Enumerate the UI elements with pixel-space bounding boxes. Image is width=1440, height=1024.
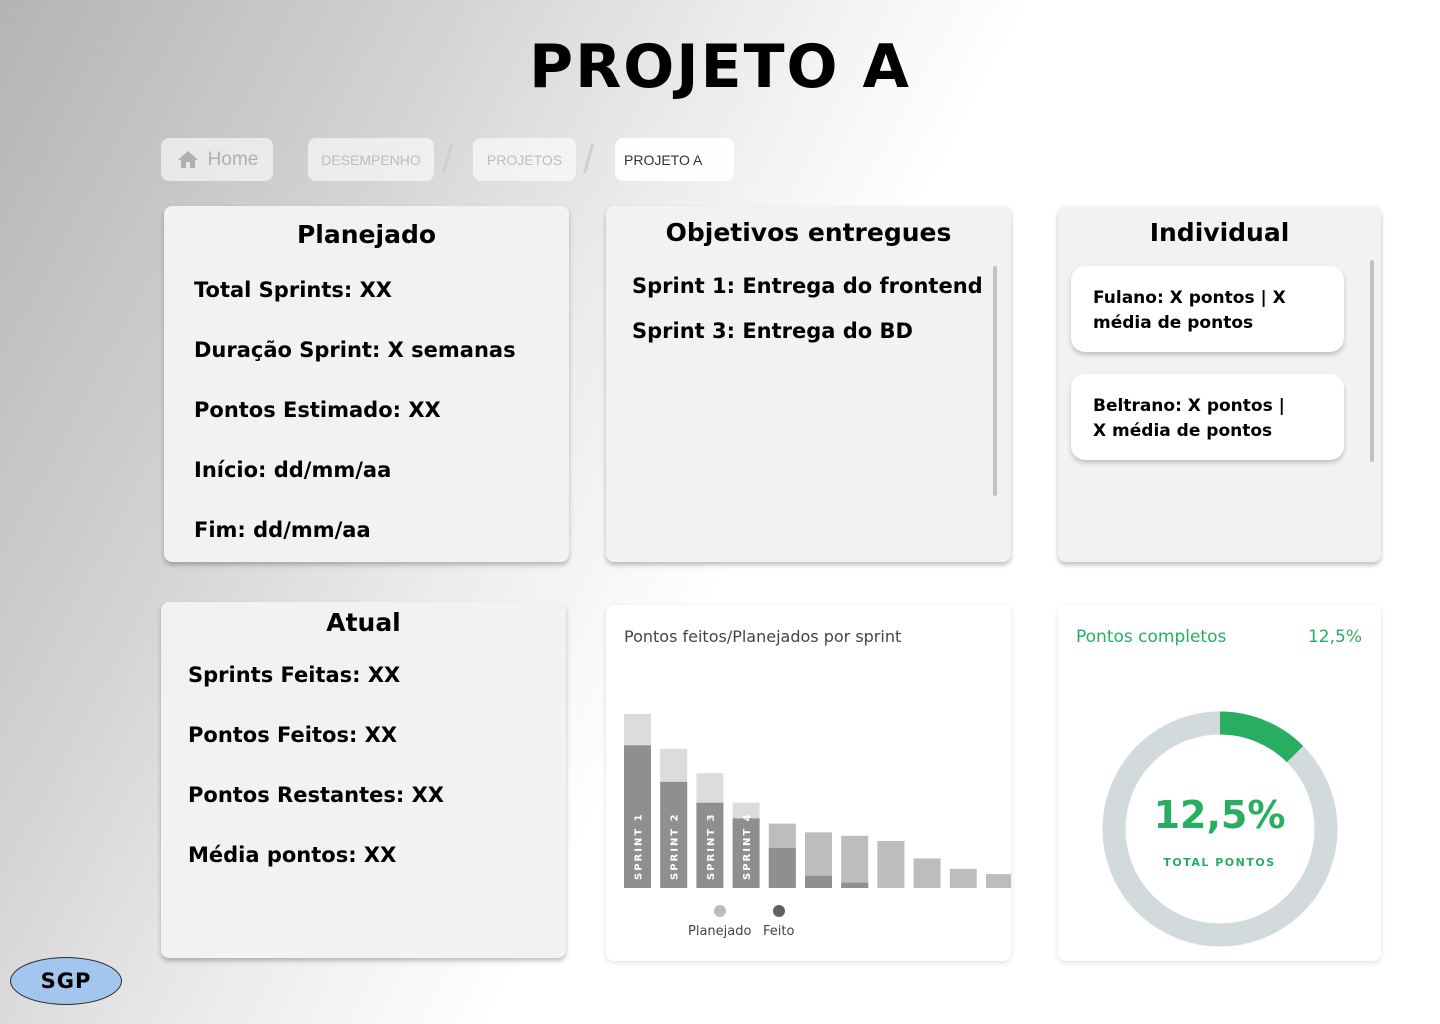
individual-title: Individual [1149,218,1290,247]
legend-planejado: Planejado [688,905,751,939]
donut-card: Pontos completos 12,5% 12,5% TOTAL PONTO… [1058,605,1381,961]
bar-category-label: SPRINT 2 [670,812,681,880]
bar-planejado [877,841,905,888]
bar-planejado [841,835,869,888]
bar-feito [768,847,796,888]
individual-item-line: média de pontos [1093,313,1254,333]
bar-planejado [913,858,941,888]
donut-center-subtitle: TOTAL PONTOS [1163,856,1276,869]
objetivo-item: Sprint 3: Entrega do BD [632,319,913,343]
individual-item-fulano[interactable]: Fulano: X pontos | X média de pontos [1071,266,1344,352]
objetivos-title: Objetivos entregues [665,218,952,247]
donut-chart [1102,711,1338,947]
bar-feito [805,875,832,888]
individual-scrollbar[interactable] [1370,260,1374,462]
planejado-pontos: Pontos Estimado: XX [194,398,441,422]
donut-center-value: 12,5% [1153,793,1286,837]
bar-feito [841,882,869,888]
planejado-duracao: Duração Sprint: X semanas [194,338,516,362]
legend-label-planejado: Planejado [688,924,752,939]
atual-pontos-restantes: Pontos Restantes: XX [188,783,444,807]
legend-dot-planejado [713,905,726,917]
bar-category-label: SPRINT 4 [742,812,753,880]
breadcrumb-separator: / [442,138,454,182]
breadcrumb-projetos[interactable]: PROJETOS [473,138,576,181]
breadcrumb-desempenho[interactable]: DESEMPENHO [308,138,434,181]
breadcrumb-separator: / [583,138,595,182]
page-title: PROJETO A [529,32,911,102]
planejado-title: Planejado [296,220,437,249]
atual-card: Atual Sprints Feitas: XX Pontos Feitos: … [161,602,566,958]
planejado-fim: Fim: dd/mm/aa [194,518,371,542]
breadcrumb-separator: / [281,138,293,182]
legend-feito: Feito [763,905,794,939]
objetivo-item: Sprint 1: Entrega do frontend [632,274,983,298]
individual-item-beltrano[interactable]: Beltrano: X pontos | X média de pontos [1071,374,1344,460]
home-icon [177,150,198,168]
individual-item-line: Fulano: X pontos | X [1093,288,1286,308]
planejado-inicio: Início: dd/mm/aa [194,458,392,482]
bar-category-label: SPRINT 3 [706,812,717,880]
legend-label-feito: Feito [763,924,795,939]
breadcrumb-home-label: Home [207,148,259,170]
breadcrumb-home[interactable]: Home [161,138,273,181]
breadcrumb-current: PROJETO A [615,138,734,181]
atual-sprints-feitas: Sprints Feitas: XX [188,663,401,687]
sgp-logo-button[interactable]: SGP [10,957,122,1005]
atual-pontos-feitos: Pontos Feitos: XX [188,723,398,747]
atual-title: Atual [326,608,401,637]
individual-card: Individual Fulano: X pontos | X média de… [1058,206,1381,562]
bar-planejado [949,868,977,888]
bar-category-label: SPRINT 1 [634,812,645,880]
planejado-total-sprints: Total Sprints: XX [194,278,392,302]
legend-dot-feito [772,905,785,917]
objetivos-scrollbar[interactable] [993,266,997,496]
objetivos-card: Objetivos entregues Sprint 1: Entrega do… [606,206,1011,562]
bar-chart-card: Pontos feitos/Planejados por sprint SPRI… [606,605,1011,961]
individual-item-line: Beltrano: X pontos | [1093,396,1285,416]
atual-media-pontos: Média pontos: XX [188,843,397,867]
planejado-card: Planejado Total Sprints: XX Duração Spri… [164,206,569,562]
bar-planejado [986,874,1011,888]
individual-item-line: X média de pontos [1093,421,1273,441]
bar-chart: SPRINT 1 SPRINT 2 SPRINT 3 SPRINT 4 [624,714,1011,888]
